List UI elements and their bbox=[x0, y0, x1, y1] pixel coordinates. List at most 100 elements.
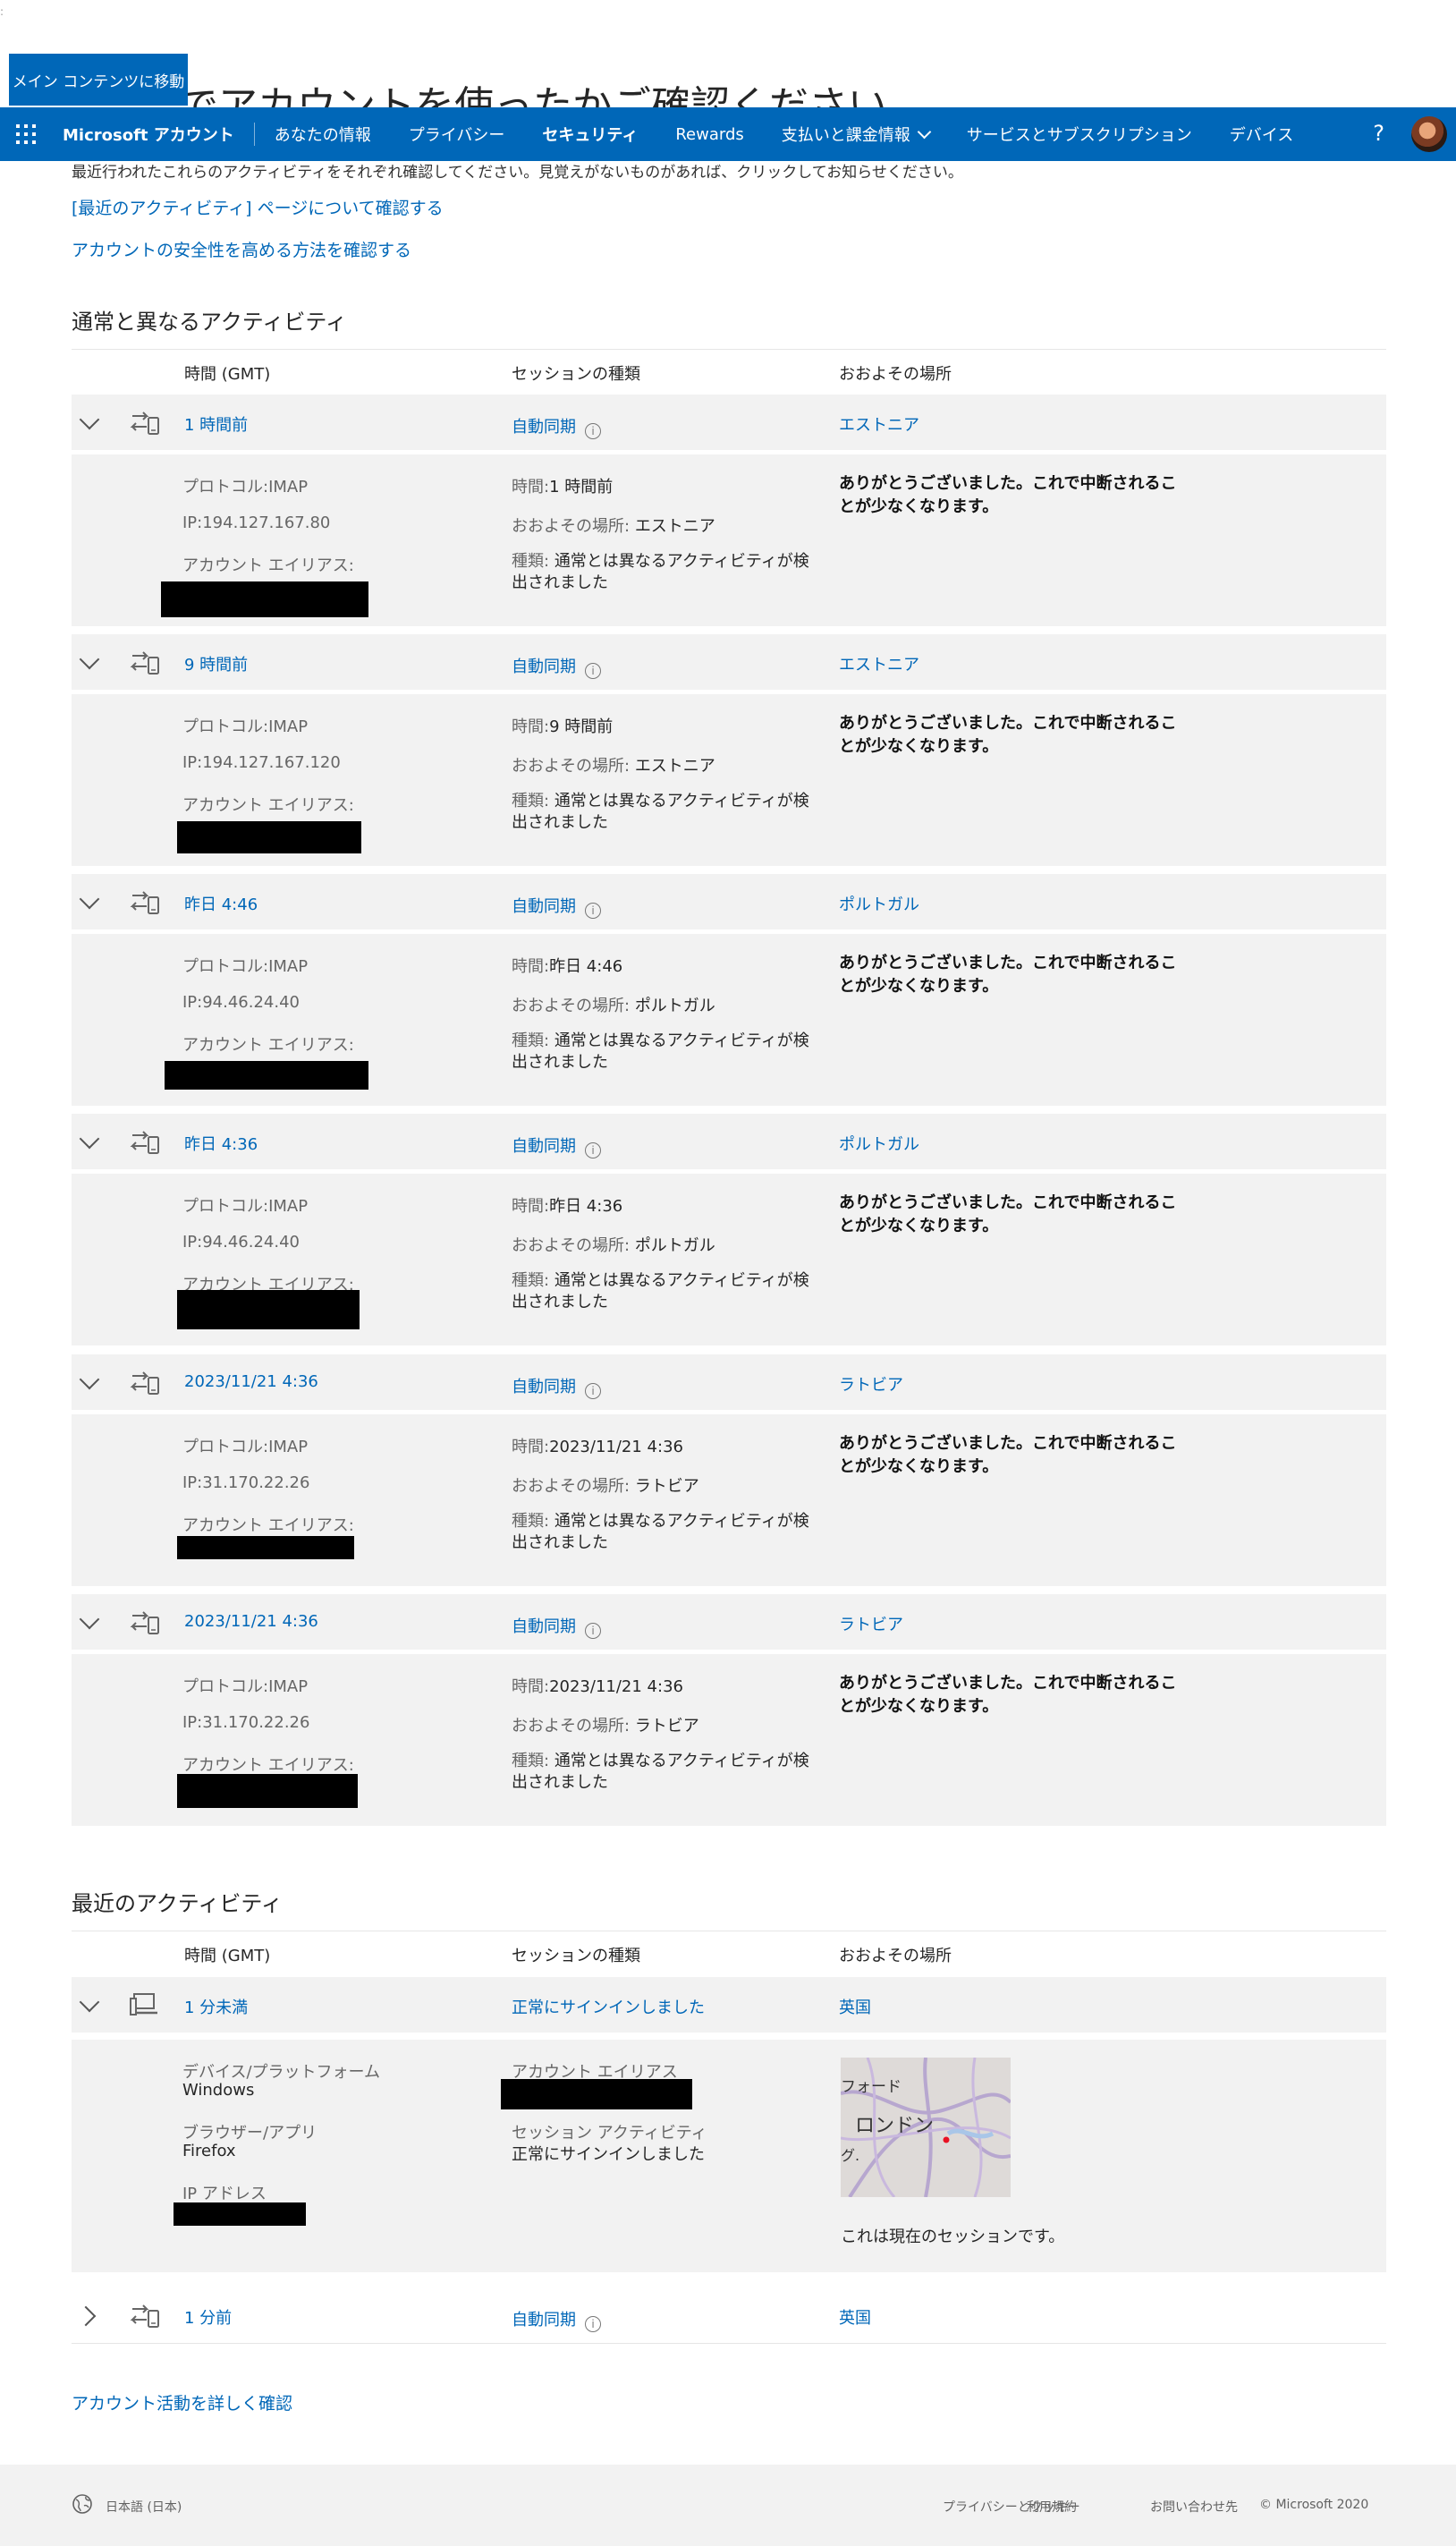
nav-rewards[interactable]: Rewards bbox=[675, 125, 743, 144]
activity-time-link[interactable]: 昨日 4:36 bbox=[184, 1132, 258, 1155]
detail-type: 種類: 通常とは異なるアクティビティが検出されました bbox=[512, 1511, 816, 1554]
divider bbox=[72, 349, 1386, 350]
redacted-alias bbox=[165, 1061, 368, 1090]
info-icon[interactable]: i bbox=[585, 1383, 601, 1399]
unusual-row-header[interactable]: 9 時間前 自動同期 i エストニア bbox=[72, 634, 1386, 690]
redacted-alias bbox=[177, 1290, 360, 1329]
chevron-down-icon[interactable] bbox=[79, 1608, 100, 1630]
activity-time-link[interactable]: 昨日 4:46 bbox=[184, 892, 258, 915]
info-icon[interactable]: i bbox=[585, 423, 601, 439]
skip-to-main-link[interactable]: メイン コンテンツに移動 bbox=[9, 54, 188, 106]
brand-link[interactable]: Microsoft アカウント bbox=[63, 123, 255, 146]
chevron-down-icon bbox=[917, 124, 932, 140]
ip-text: IP:31.170.22.26 bbox=[182, 1473, 310, 1492]
chevron-down-icon[interactable] bbox=[79, 649, 100, 670]
info-icon[interactable]: i bbox=[585, 663, 601, 679]
unusual-row-header[interactable]: 昨日 4:46 自動同期 i ポルトガル bbox=[72, 874, 1386, 929]
recent-session-link[interactable]: 正常にサインインしました bbox=[512, 1995, 705, 2018]
chevron-down-icon[interactable] bbox=[79, 1128, 100, 1150]
recent-location-link[interactable]: 英国 bbox=[839, 1995, 871, 2018]
chevron-down-icon[interactable] bbox=[79, 1369, 100, 1390]
device-value: Windows bbox=[182, 2081, 255, 2100]
activity-location-link[interactable]: エストニア bbox=[839, 412, 919, 436]
unusual-row-header[interactable]: 2023/11/21 4:36 自動同期 i ラトビア bbox=[72, 1594, 1386, 1650]
activity-location-link[interactable]: ラトビア bbox=[839, 1372, 903, 1396]
location-value: ポルトガル bbox=[634, 997, 715, 1015]
activity-session-link[interactable]: 自動同期 i bbox=[512, 894, 601, 919]
activity-time-link[interactable]: 9 時間前 bbox=[184, 652, 248, 675]
contact-us-link[interactable]: お問い合わせ先 bbox=[1150, 2498, 1238, 2516]
avatar[interactable] bbox=[1411, 116, 1447, 152]
info-icon[interactable]: i bbox=[585, 2316, 601, 2332]
activity-session-link[interactable]: 自動同期 i bbox=[512, 1374, 601, 1399]
activity-location-link[interactable]: エストニア bbox=[839, 652, 919, 675]
recent-session-link[interactable]: 自動同期 i bbox=[512, 2307, 601, 2332]
location-label: おおよその場所: bbox=[512, 1717, 631, 1736]
unusual-row-header[interactable]: 昨日 4:36 自動同期 i ポルトガル bbox=[72, 1114, 1386, 1169]
nav-security[interactable]: セキュリティ bbox=[542, 123, 638, 146]
info-icon[interactable]: i bbox=[585, 1623, 601, 1639]
nav-your-info[interactable]: あなたの情報 bbox=[275, 123, 371, 146]
activity-location-link[interactable]: ラトビア bbox=[839, 1612, 903, 1635]
info-icon[interactable]: i bbox=[585, 1142, 601, 1158]
chevron-down-icon[interactable] bbox=[79, 1991, 100, 2013]
nav-payment-billing[interactable]: 支払いと課金情報 bbox=[782, 123, 932, 146]
unusual-row-header[interactable]: 2023/11/21 4:36 自動同期 i ラトビア bbox=[72, 1354, 1386, 1410]
time-label: 時間: bbox=[512, 957, 550, 976]
intro-text: 最近行われたこれらのアクティビティをそれぞれ確認してください。見覚えがないものが… bbox=[72, 164, 963, 182]
time-label: 時間: bbox=[512, 1677, 550, 1696]
activity-session-link[interactable]: 自動同期 i bbox=[512, 1133, 601, 1158]
recent-row-header[interactable]: 1 分前 自動同期 i 英国 bbox=[72, 2287, 1386, 2343]
activity-session-link[interactable]: 自動同期 i bbox=[512, 414, 601, 439]
type-value: 通常とは異なるアクティビティが検出されました bbox=[512, 552, 809, 592]
help-icon[interactable]: ? bbox=[1373, 121, 1384, 146]
computer-icon bbox=[130, 1993, 157, 2016]
language-selector[interactable]: 日本語 (日本) bbox=[106, 2498, 182, 2516]
activity-time-link[interactable]: 2023/11/21 4:36 bbox=[184, 1612, 318, 1631]
nav-services-subscriptions[interactable]: サービスとサブスクリプション bbox=[967, 123, 1192, 146]
type-label: 種類: bbox=[512, 1752, 550, 1770]
feedback-thanks: ありがとうございました。これで中断されることが少なくなります。 bbox=[839, 1434, 1177, 1476]
chevron-down-icon[interactable] bbox=[79, 888, 100, 910]
recent-time-link[interactable]: 1 分前 bbox=[184, 2305, 232, 2329]
activity-session-link[interactable]: 自動同期 i bbox=[512, 654, 601, 679]
activity-time-link[interactable]: 1 時間前 bbox=[184, 412, 248, 436]
info-icon[interactable]: i bbox=[585, 903, 601, 919]
type-value: 通常とは異なるアクティビティが検出されました bbox=[512, 792, 809, 832]
recent-location-link[interactable]: 英国 bbox=[839, 2305, 871, 2329]
review-more-activity-link[interactable]: アカウント活動を詳しく確認 bbox=[72, 2390, 292, 2414]
activity-session-link[interactable]: 自動同期 i bbox=[512, 1614, 601, 1639]
activity-location-link[interactable]: ポルトガル bbox=[839, 892, 919, 915]
detail-location: おおよその場所: ラトビア bbox=[512, 1713, 699, 1736]
location-label: おおよその場所: bbox=[512, 1477, 631, 1496]
nav-devices[interactable]: デバイス bbox=[1230, 123, 1293, 146]
app-launcher-icon[interactable] bbox=[16, 124, 36, 144]
type-label: 種類: bbox=[512, 1271, 550, 1290]
nav-privacy[interactable]: プライバシー bbox=[409, 123, 505, 146]
detail-time: 時間:昨日 4:46 bbox=[512, 954, 622, 977]
secure-account-link[interactable]: アカウントの安全性を高める方法を確認する bbox=[72, 237, 444, 261]
time-value: 2023/11/21 4:36 bbox=[549, 1438, 683, 1456]
detail-type: 種類: 通常とは異なるアクティビティが検出されました bbox=[512, 1031, 816, 1074]
feedback-thanks: ありがとうございました。これで中断されることが少なくなります。 bbox=[839, 1193, 1177, 1235]
protocol-text: プロトコル:IMAP bbox=[182, 717, 309, 736]
recent-time-link[interactable]: 1 分未満 bbox=[184, 1995, 248, 2018]
unusual-row-header[interactable]: 1 時間前 自動同期 i エストニア bbox=[72, 395, 1386, 450]
map-label: グ. bbox=[841, 2147, 860, 2164]
chevron-down-icon[interactable] bbox=[79, 409, 100, 430]
about-recent-activity-link[interactable]: [最近のアクティビティ] ページについて確認する bbox=[72, 195, 444, 219]
ip-text: IP:31.170.22.26 bbox=[182, 1713, 310, 1732]
feedback-thanks: ありがとうございました。これで中断されることが少なくなります。 bbox=[839, 714, 1177, 756]
session-label: 自動同期 bbox=[512, 418, 576, 437]
sync-icon bbox=[130, 651, 159, 675]
chevron-right-icon[interactable] bbox=[75, 2305, 97, 2327]
activity-time-link[interactable]: 2023/11/21 4:36 bbox=[184, 1372, 318, 1391]
globe-icon bbox=[72, 2494, 92, 2514]
activity-location-link[interactable]: ポルトガル bbox=[839, 1132, 919, 1155]
detail-time: 時間:昨日 4:36 bbox=[512, 1193, 622, 1217]
terms-of-use-link[interactable]: 利用規約 bbox=[1027, 2498, 1077, 2516]
time-value: 1 時間前 bbox=[549, 478, 614, 496]
recent-row-header[interactable]: 1 分未満 正常にサインインしました 英国 bbox=[72, 1977, 1386, 2033]
ip-text: IP:94.46.24.40 bbox=[182, 993, 301, 1012]
unusual-row-details: プロトコル:IMAP IP:31.170.22.26 アカウント エイリアス: … bbox=[72, 1414, 1386, 1586]
